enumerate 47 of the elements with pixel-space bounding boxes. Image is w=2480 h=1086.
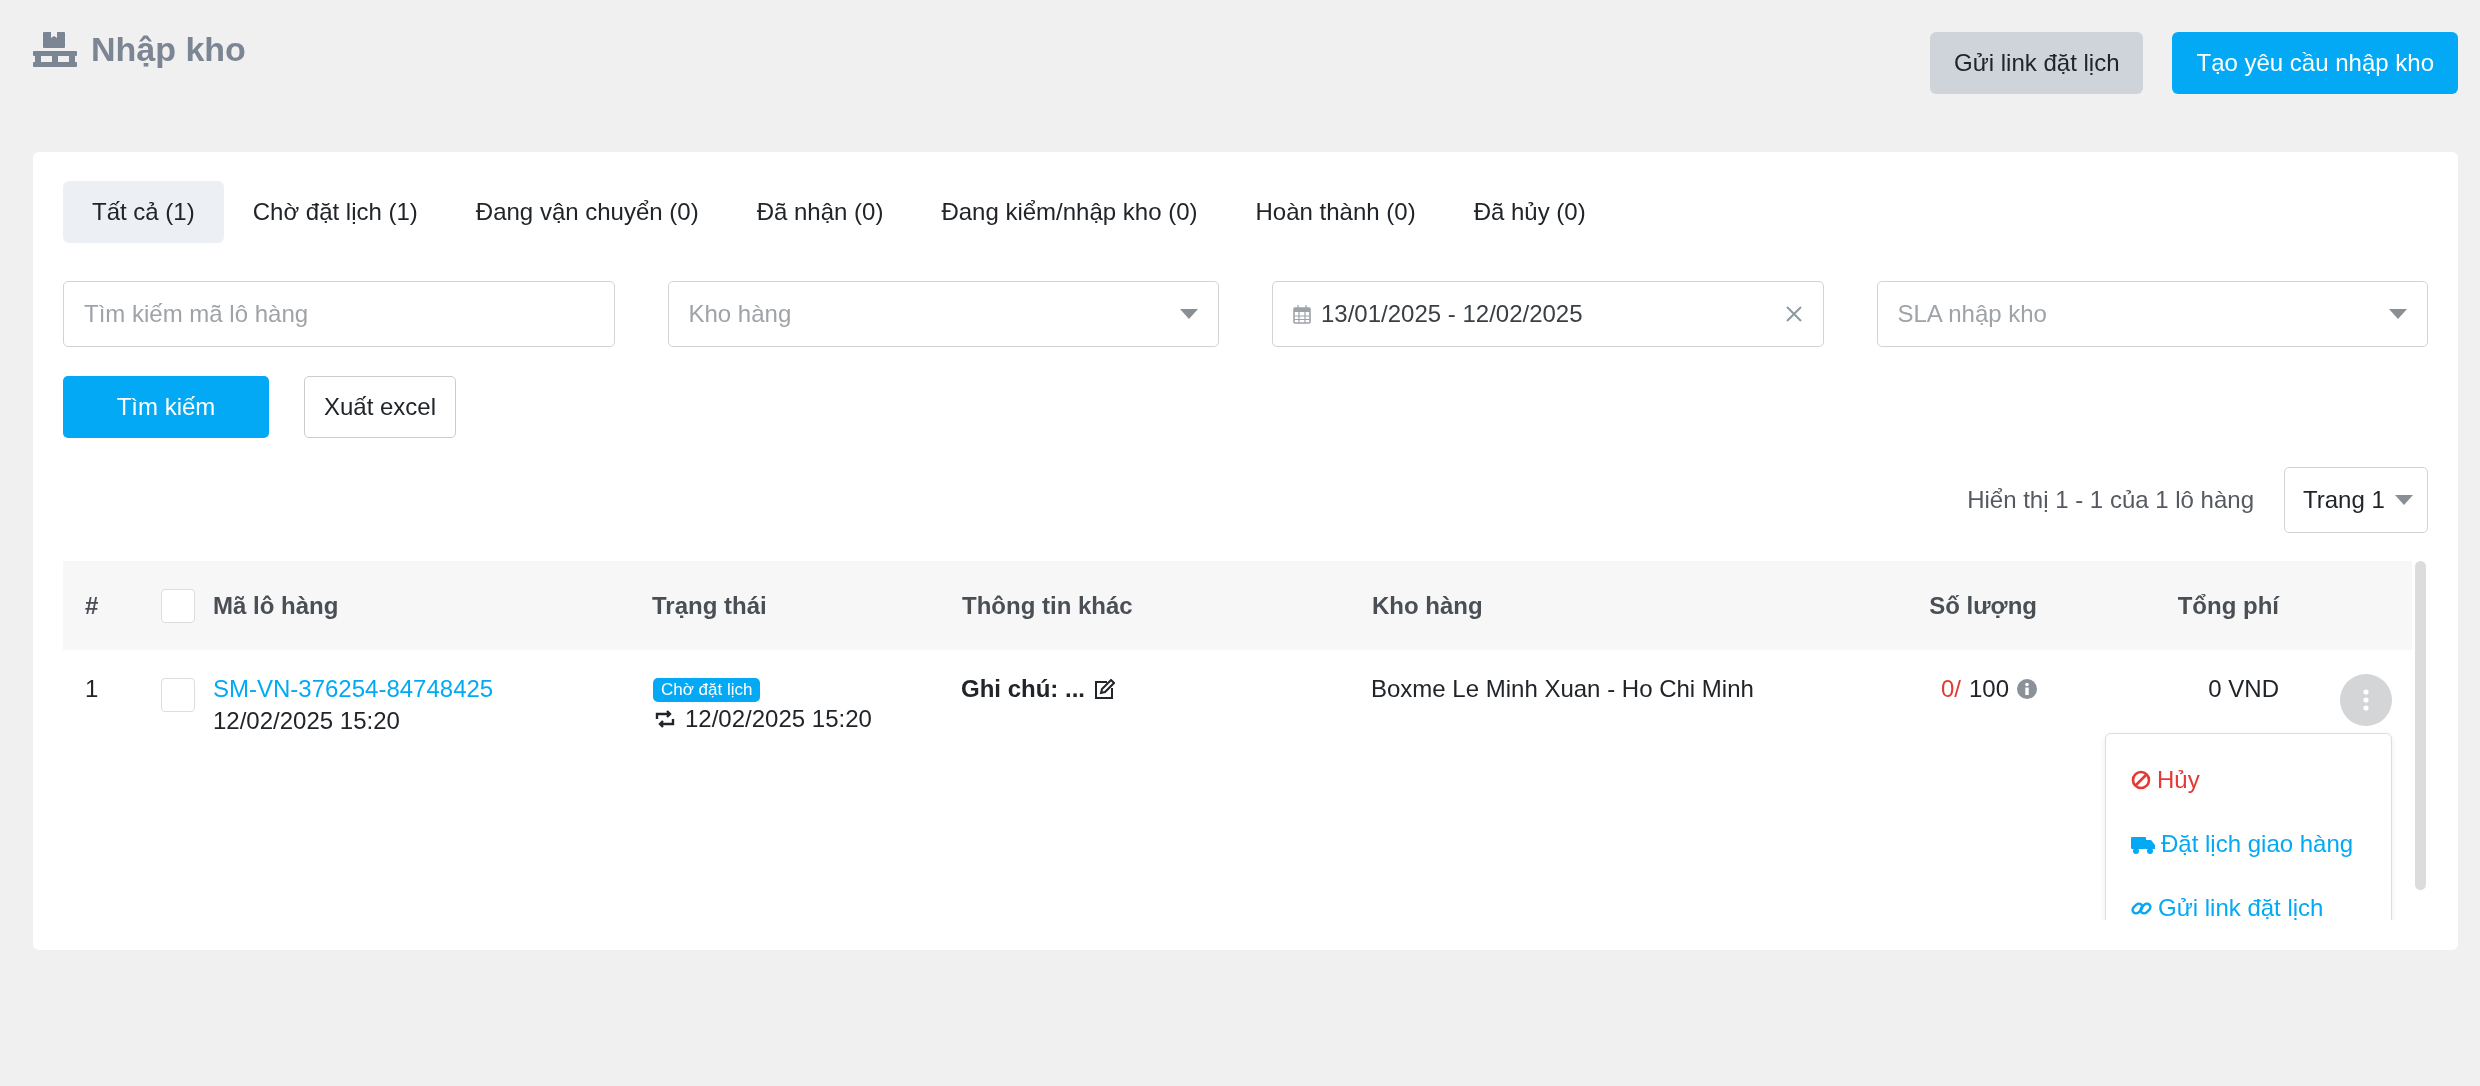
total-fee: 0 VND <box>2208 674 2280 704</box>
column-header: Tổng phí <box>2177 591 2281 620</box>
cancel-menu-item[interactable]: Hủy <box>2106 748 2391 812</box>
sync-icon <box>653 709 677 729</box>
column-header: # <box>84 591 100 620</box>
column-header: Trạng thái <box>651 591 768 620</box>
row-number: 1 <box>84 674 100 704</box>
status-badge: Chờ đặt lịch <box>653 678 761 702</box>
result-summary: Hiển thị 1 - 1 của 1 lô hàng <box>1967 486 2254 514</box>
note-text: Ghi chú: ... <box>961 674 1085 704</box>
filter-tab[interactable]: Đã nhận (0) <box>727 181 913 243</box>
truck-icon <box>2131 834 2155 854</box>
export-excel-button[interactable]: Xuất excel <box>304 376 456 438</box>
filter-tab[interactable]: Đang vận chuyển (0) <box>446 181 728 243</box>
received-quantity: 0/ <box>1940 674 1961 704</box>
caret-icon <box>2395 495 2413 505</box>
select-all-checkbox[interactable] <box>161 588 195 623</box>
column-header: Số lượng <box>1929 591 2038 620</box>
column-header: Thông tin khác <box>961 591 1134 620</box>
filter-tab[interactable]: Hoàn thành (0) <box>1226 181 1445 243</box>
filter-tab[interactable]: Đã hủy (0) <box>1444 181 1615 243</box>
caret-icon <box>1180 309 1198 319</box>
clear-icon <box>1784 305 1803 323</box>
status-time: 12/02/2025 15:20 <box>685 704 872 734</box>
scrollbar[interactable] <box>2414 561 2426 890</box>
filter-tab[interactable]: Đang kiểm/nhập kho (0) <box>912 181 1227 243</box>
filter-tab[interactable]: Tất cả (1) <box>63 181 224 243</box>
send-link-button[interactable]: Gửi link đặt lịch <box>1930 32 2144 94</box>
page-title: Nhập kho <box>91 30 246 69</box>
column-header: Mã lô hàng <box>213 591 339 620</box>
ban-icon <box>2131 770 2151 790</box>
filter-tab[interactable]: Chờ đặt lịch (1) <box>223 181 447 243</box>
pallet-box-icon <box>33 32 77 67</box>
column-header: Kho hàng <box>1371 591 1484 620</box>
caret-icon <box>2389 309 2407 319</box>
more-button[interactable] <box>2340 674 2392 726</box>
calendar-icon <box>1293 304 1311 324</box>
total-quantity: 100 <box>1968 674 2009 704</box>
page-select[interactable]: Trang 1 <box>2284 467 2428 533</box>
warehouse-name: Boxme Le Minh Xuan - Ho Chi Minh <box>1370 674 1755 704</box>
date-range-field[interactable]: 13/01/2025 - 12/02/2025 <box>1272 281 1824 347</box>
info-icon <box>2017 679 2037 699</box>
search-field[interactable]: Tìm kiếm mã lô hàng <box>63 281 615 347</box>
kebab-icon <box>2363 689 2369 711</box>
edit-icon <box>1093 679 1115 699</box>
row-checkbox[interactable] <box>161 678 195 712</box>
created-time: 12/02/2025 15:20 <box>213 706 401 736</box>
